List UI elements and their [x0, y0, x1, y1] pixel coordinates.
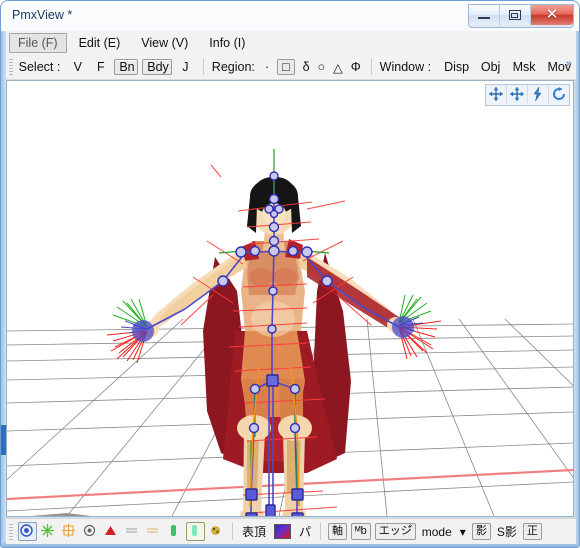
- select-label: Select :: [18, 60, 61, 74]
- region-point-icon[interactable]: ·: [265, 60, 269, 74]
- menu-item-view[interactable]: View (V): [132, 33, 197, 53]
- bottom-toolbar: 表頂 パ 軸 ᴹb エッジ゚ mode ▾ 影 S影 正: [6, 518, 576, 544]
- toolbar-overflow-chevron-icon[interactable]: »: [566, 58, 572, 70]
- 3d-viewport[interactable]: [6, 80, 574, 517]
- edge-button[interactable]: エッジ゚: [374, 523, 416, 540]
- weight-display-icon[interactable]: [39, 522, 58, 541]
- move-gizmo-icon[interactable]: [507, 85, 528, 103]
- bone-display-icon[interactable]: [165, 522, 184, 541]
- self-shadow-button[interactable]: S影: [493, 523, 521, 540]
- toolbar-grip[interactable]: [9, 59, 13, 75]
- region-phi-icon[interactable]: Φ: [351, 60, 361, 74]
- toolbar-separator-2: [370, 59, 372, 75]
- pmxview-window: PmxView * ✕ File (F) Edit (E) View (V) I…: [0, 0, 580, 548]
- minimize-button[interactable]: [469, 5, 500, 25]
- viewport-canvas[interactable]: [7, 81, 573, 516]
- shadow-button[interactable]: 影: [471, 523, 491, 540]
- body-display-icon[interactable]: [186, 522, 205, 541]
- axis-button[interactable]: 軸: [328, 523, 348, 540]
- main-toolbar: Select : V F Bn Bdy J Region: · □ δ ○ △ …: [6, 55, 576, 80]
- bottom-separator-1: [232, 523, 233, 540]
- select-face-button[interactable]: F: [91, 59, 110, 75]
- vertex-label[interactable]: 表頂: [238, 523, 270, 540]
- select-body-button[interactable]: Bdy: [142, 59, 172, 75]
- menu-item-info[interactable]: Info (I): [200, 33, 254, 53]
- toolbar-separator-1: [202, 59, 204, 75]
- finger-bones-left: [106, 298, 154, 364]
- window-msk-button[interactable]: Msk: [508, 59, 539, 75]
- mesh-display-icon[interactable]: [144, 522, 163, 541]
- select-bone-button[interactable]: Bn: [114, 59, 139, 75]
- close-button[interactable]: ✕: [531, 5, 573, 25]
- mode-caret-icon[interactable]: ▾: [456, 525, 470, 539]
- close-icon: ✕: [545, 6, 559, 23]
- window-obj-button[interactable]: Obj: [476, 59, 504, 75]
- mode-label[interactable]: mode: [418, 525, 456, 539]
- ortho-button[interactable]: 正: [522, 523, 542, 540]
- pan-gizmo-icon[interactable]: [486, 85, 507, 103]
- menu-item-edit[interactable]: Edit (E): [70, 33, 130, 53]
- select-vertex-button[interactable]: V: [68, 59, 87, 75]
- minimize-icon: [478, 17, 490, 19]
- region-delta-icon[interactable]: δ: [303, 60, 310, 74]
- select-joint-button[interactable]: J: [176, 59, 195, 75]
- window-controls: ✕: [468, 4, 574, 28]
- point-display-icon[interactable]: [81, 522, 100, 541]
- viewport-scene: [7, 149, 573, 516]
- region-triangle-icon[interactable]: △: [333, 60, 343, 75]
- menu-item-file[interactable]: File (F): [9, 33, 67, 53]
- bottom-toolbar-grip[interactable]: [9, 523, 13, 540]
- chest-left: [249, 268, 273, 286]
- viewport-gizmo-bar: [485, 84, 570, 106]
- zoom-gizmo-icon[interactable]: [528, 85, 549, 103]
- rotate-gizmo-icon[interactable]: [549, 85, 569, 103]
- joint-display-icon[interactable]: [207, 522, 226, 541]
- menu-bar: File (F) Edit (E) View (V) Info (I): [6, 31, 576, 55]
- window-label: Window :: [379, 60, 432, 74]
- region-label: Region:: [211, 60, 255, 74]
- client-area: File (F) Edit (E) View (V) Info (I) Sele…: [6, 31, 576, 544]
- window-title: PmxView *: [12, 8, 73, 22]
- bottom-separator-2: [320, 523, 322, 540]
- maximize-icon-inner: [511, 13, 518, 18]
- face-display-icon[interactable]: [102, 522, 121, 541]
- region-circle-icon[interactable]: ○: [318, 60, 326, 74]
- chest-right: [273, 268, 297, 286]
- window-disp-button[interactable]: Disp: [439, 59, 472, 75]
- material-color-swatch[interactable]: [274, 524, 292, 539]
- maximize-button[interactable]: [500, 5, 531, 25]
- mb-button[interactable]: ᴹb: [351, 523, 371, 540]
- region-rect-icon[interactable]: □: [277, 59, 295, 75]
- paren-label[interactable]: パ: [295, 523, 315, 540]
- vertex-display-icon[interactable]: [18, 522, 37, 541]
- line-display-icon[interactable]: [123, 522, 142, 541]
- sdef-display-icon[interactable]: [60, 522, 79, 541]
- title-bar: PmxView * ✕: [1, 1, 579, 121]
